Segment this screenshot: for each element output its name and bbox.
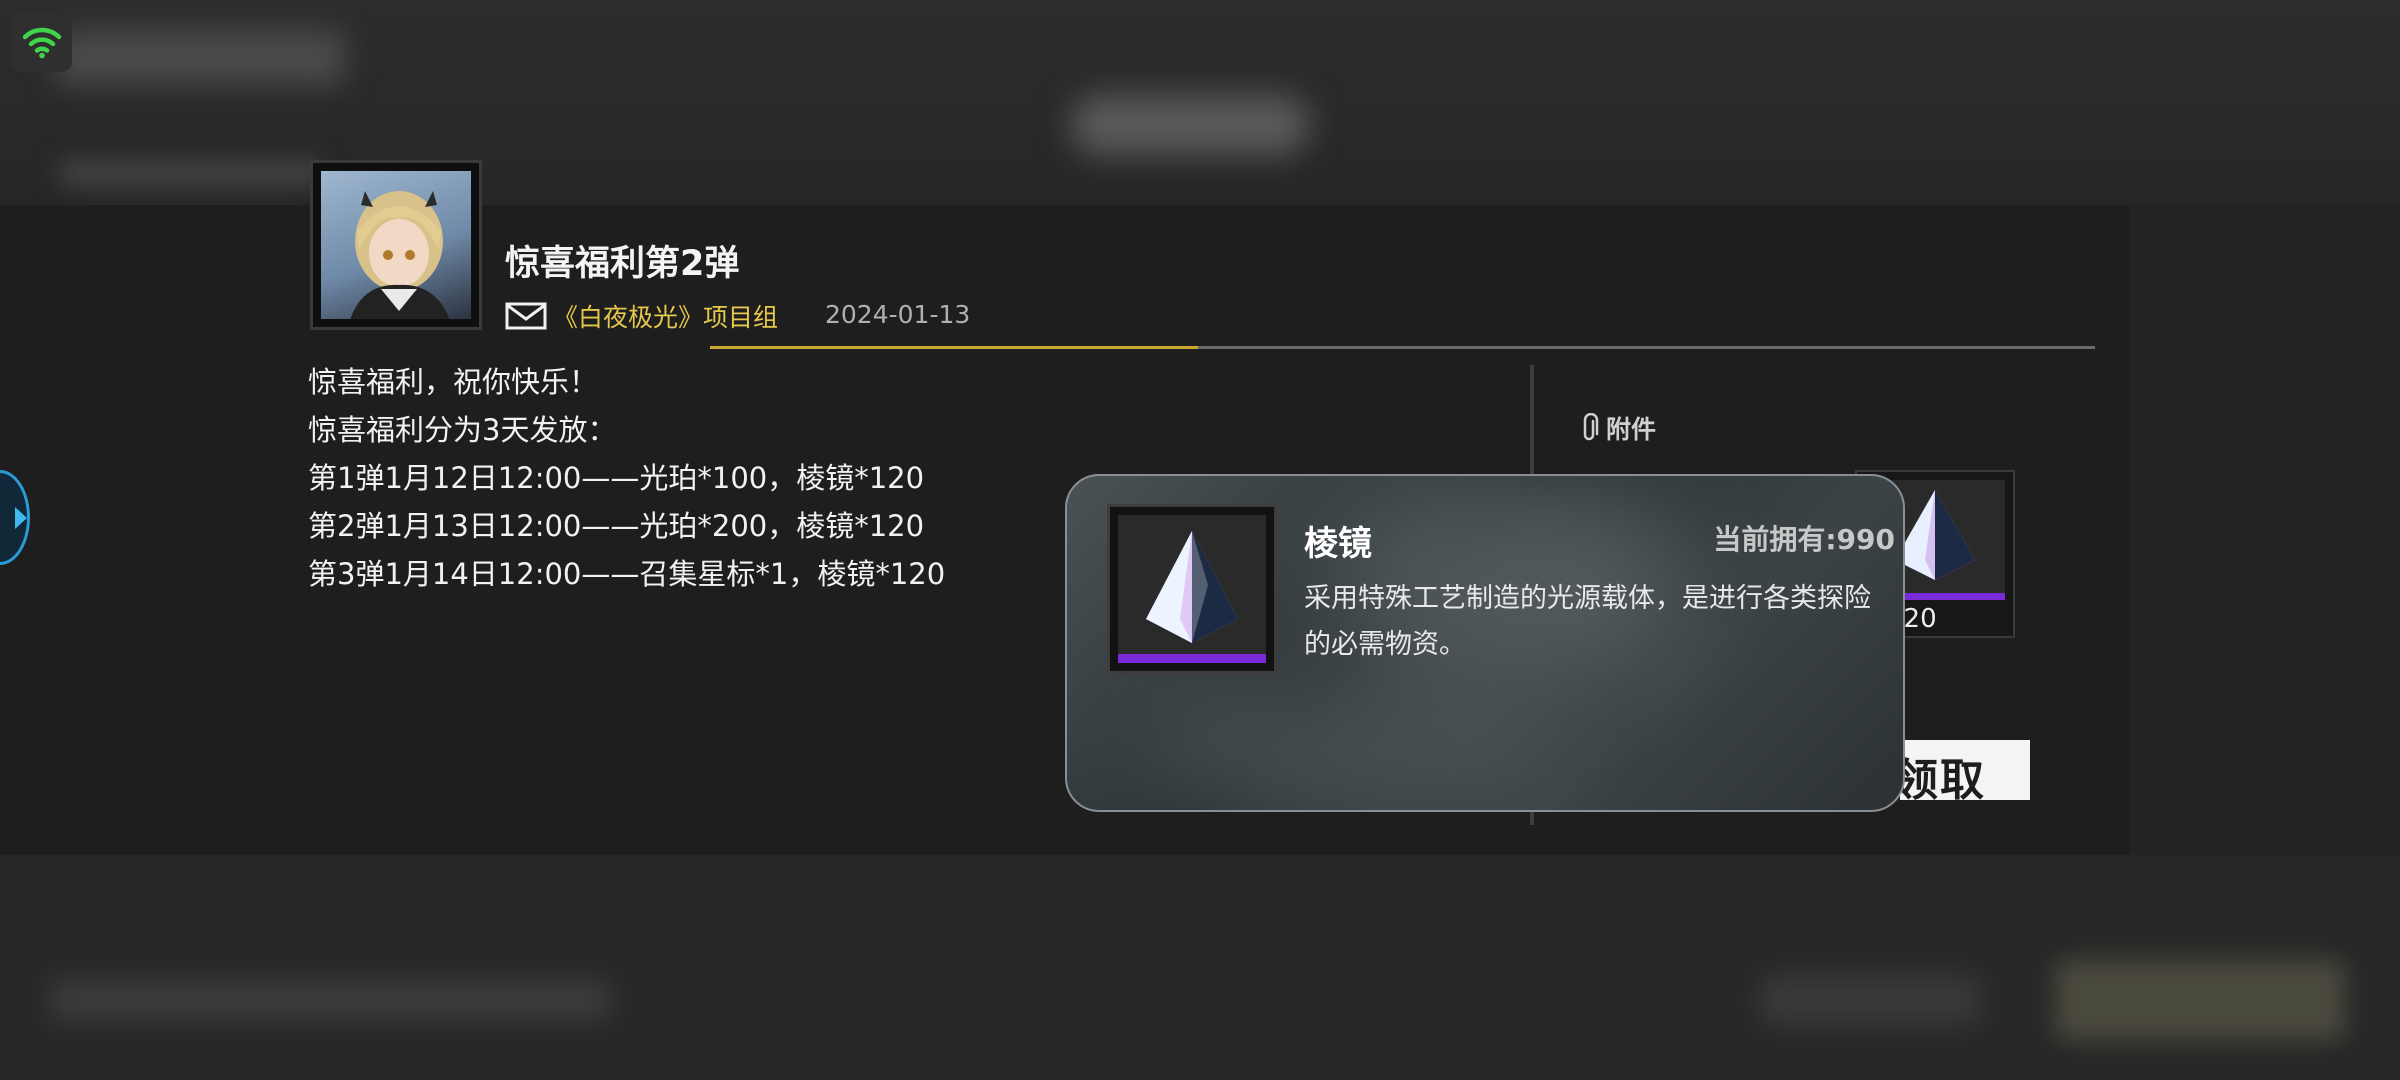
tooltip-item-frame [1107,504,1277,674]
prism-icon [1118,515,1266,663]
header-divider [710,346,2095,349]
body-line: 第2弹1月13日12:00——光珀*200，棱镜*120 [308,509,925,543]
blurred-claim-all-button [2055,960,2345,1040]
tooltip-item-name: 棱镜 [1304,524,1372,564]
blurred-title [55,30,345,85]
network-status [12,12,72,72]
body-line: 惊喜福利分为3天发放： [308,413,617,447]
body-line: 第1弹1月12日12:00——光珀*100，棱镜*120 [308,461,925,495]
blurred-footer-button [1760,975,1980,1025]
mail-body: 惊喜福利，祝你快乐！ 惊喜福利分为3天发放： 第1弹1月12日12:00——光珀*1… [308,358,945,598]
body-line: 惊喜福利，祝你快乐！ [308,365,599,399]
blurred-side-panel [2130,205,2400,855]
sender-name: 《白夜极光》项目组 [553,303,779,332]
claim-button[interactable]: 领取 [1900,740,2030,800]
tooltip-description: 采用特殊工艺制造的光源载体，是进行各类探险的必需物资。 [1304,583,1871,660]
mail-title: 惊喜福利第2弹 [505,244,740,284]
envelope-icon [505,302,547,330]
tooltip-owned-count: 当前拥有:990 [1713,523,1895,556]
attachments-label: 附件 [1606,415,1657,444]
claim-button-label: 领取 [1900,755,1986,800]
mail-date: 2024-01-13 [825,300,971,329]
paperclip-icon [1583,413,1599,441]
sender-row: 《白夜极光》项目组 [505,298,778,334]
sender-avatar [310,160,482,330]
item-tooltip: 棱镜 当前拥有:990 采用特殊工艺制造的光源载体，是进行各类探险的必需物资。 [1065,474,1905,812]
body-line: 第3弹1月14日12:00——召集星标*1，棱镜*120 [308,557,946,591]
blurred-footer-text [50,980,610,1020]
blurred-footer [0,855,2400,1080]
attachments-header: 附件 [1580,410,1656,446]
blurred-tab [1070,95,1310,155]
expand-arrow-button[interactable] [0,470,30,565]
wifi-icon [22,27,62,59]
